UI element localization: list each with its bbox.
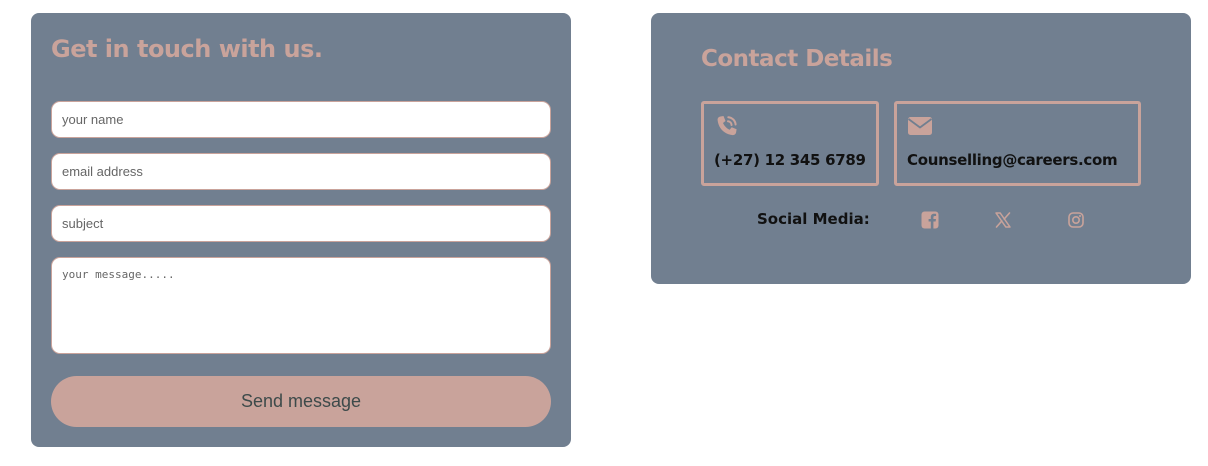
subject-input[interactable]	[51, 205, 551, 242]
contact-form-card: Get in touch with us. Send message	[31, 13, 571, 447]
contact-details-title: Contact Details	[701, 46, 893, 72]
message-textarea[interactable]	[51, 257, 551, 354]
facebook-icon[interactable]	[920, 210, 940, 230]
social-media-label: Social Media:	[757, 210, 870, 228]
instagram-icon[interactable]	[1066, 210, 1086, 230]
envelope-icon	[907, 117, 933, 135]
form-title: Get in touch with us.	[51, 35, 323, 63]
email-address: Counselling@careers.com	[907, 151, 1118, 169]
x-twitter-icon[interactable]	[993, 210, 1013, 230]
email-box: Counselling@careers.com	[894, 101, 1141, 186]
email-input[interactable]	[51, 153, 551, 190]
name-input[interactable]	[51, 101, 551, 138]
phone-number: (+27) 12 345 6789	[714, 151, 866, 169]
contact-details-card: Contact Details (+27) 12 345 6789 Counse…	[651, 13, 1191, 284]
send-message-button[interactable]: Send message	[51, 376, 551, 427]
phone-box: (+27) 12 345 6789	[701, 101, 879, 186]
phone-volume-icon	[717, 116, 737, 136]
